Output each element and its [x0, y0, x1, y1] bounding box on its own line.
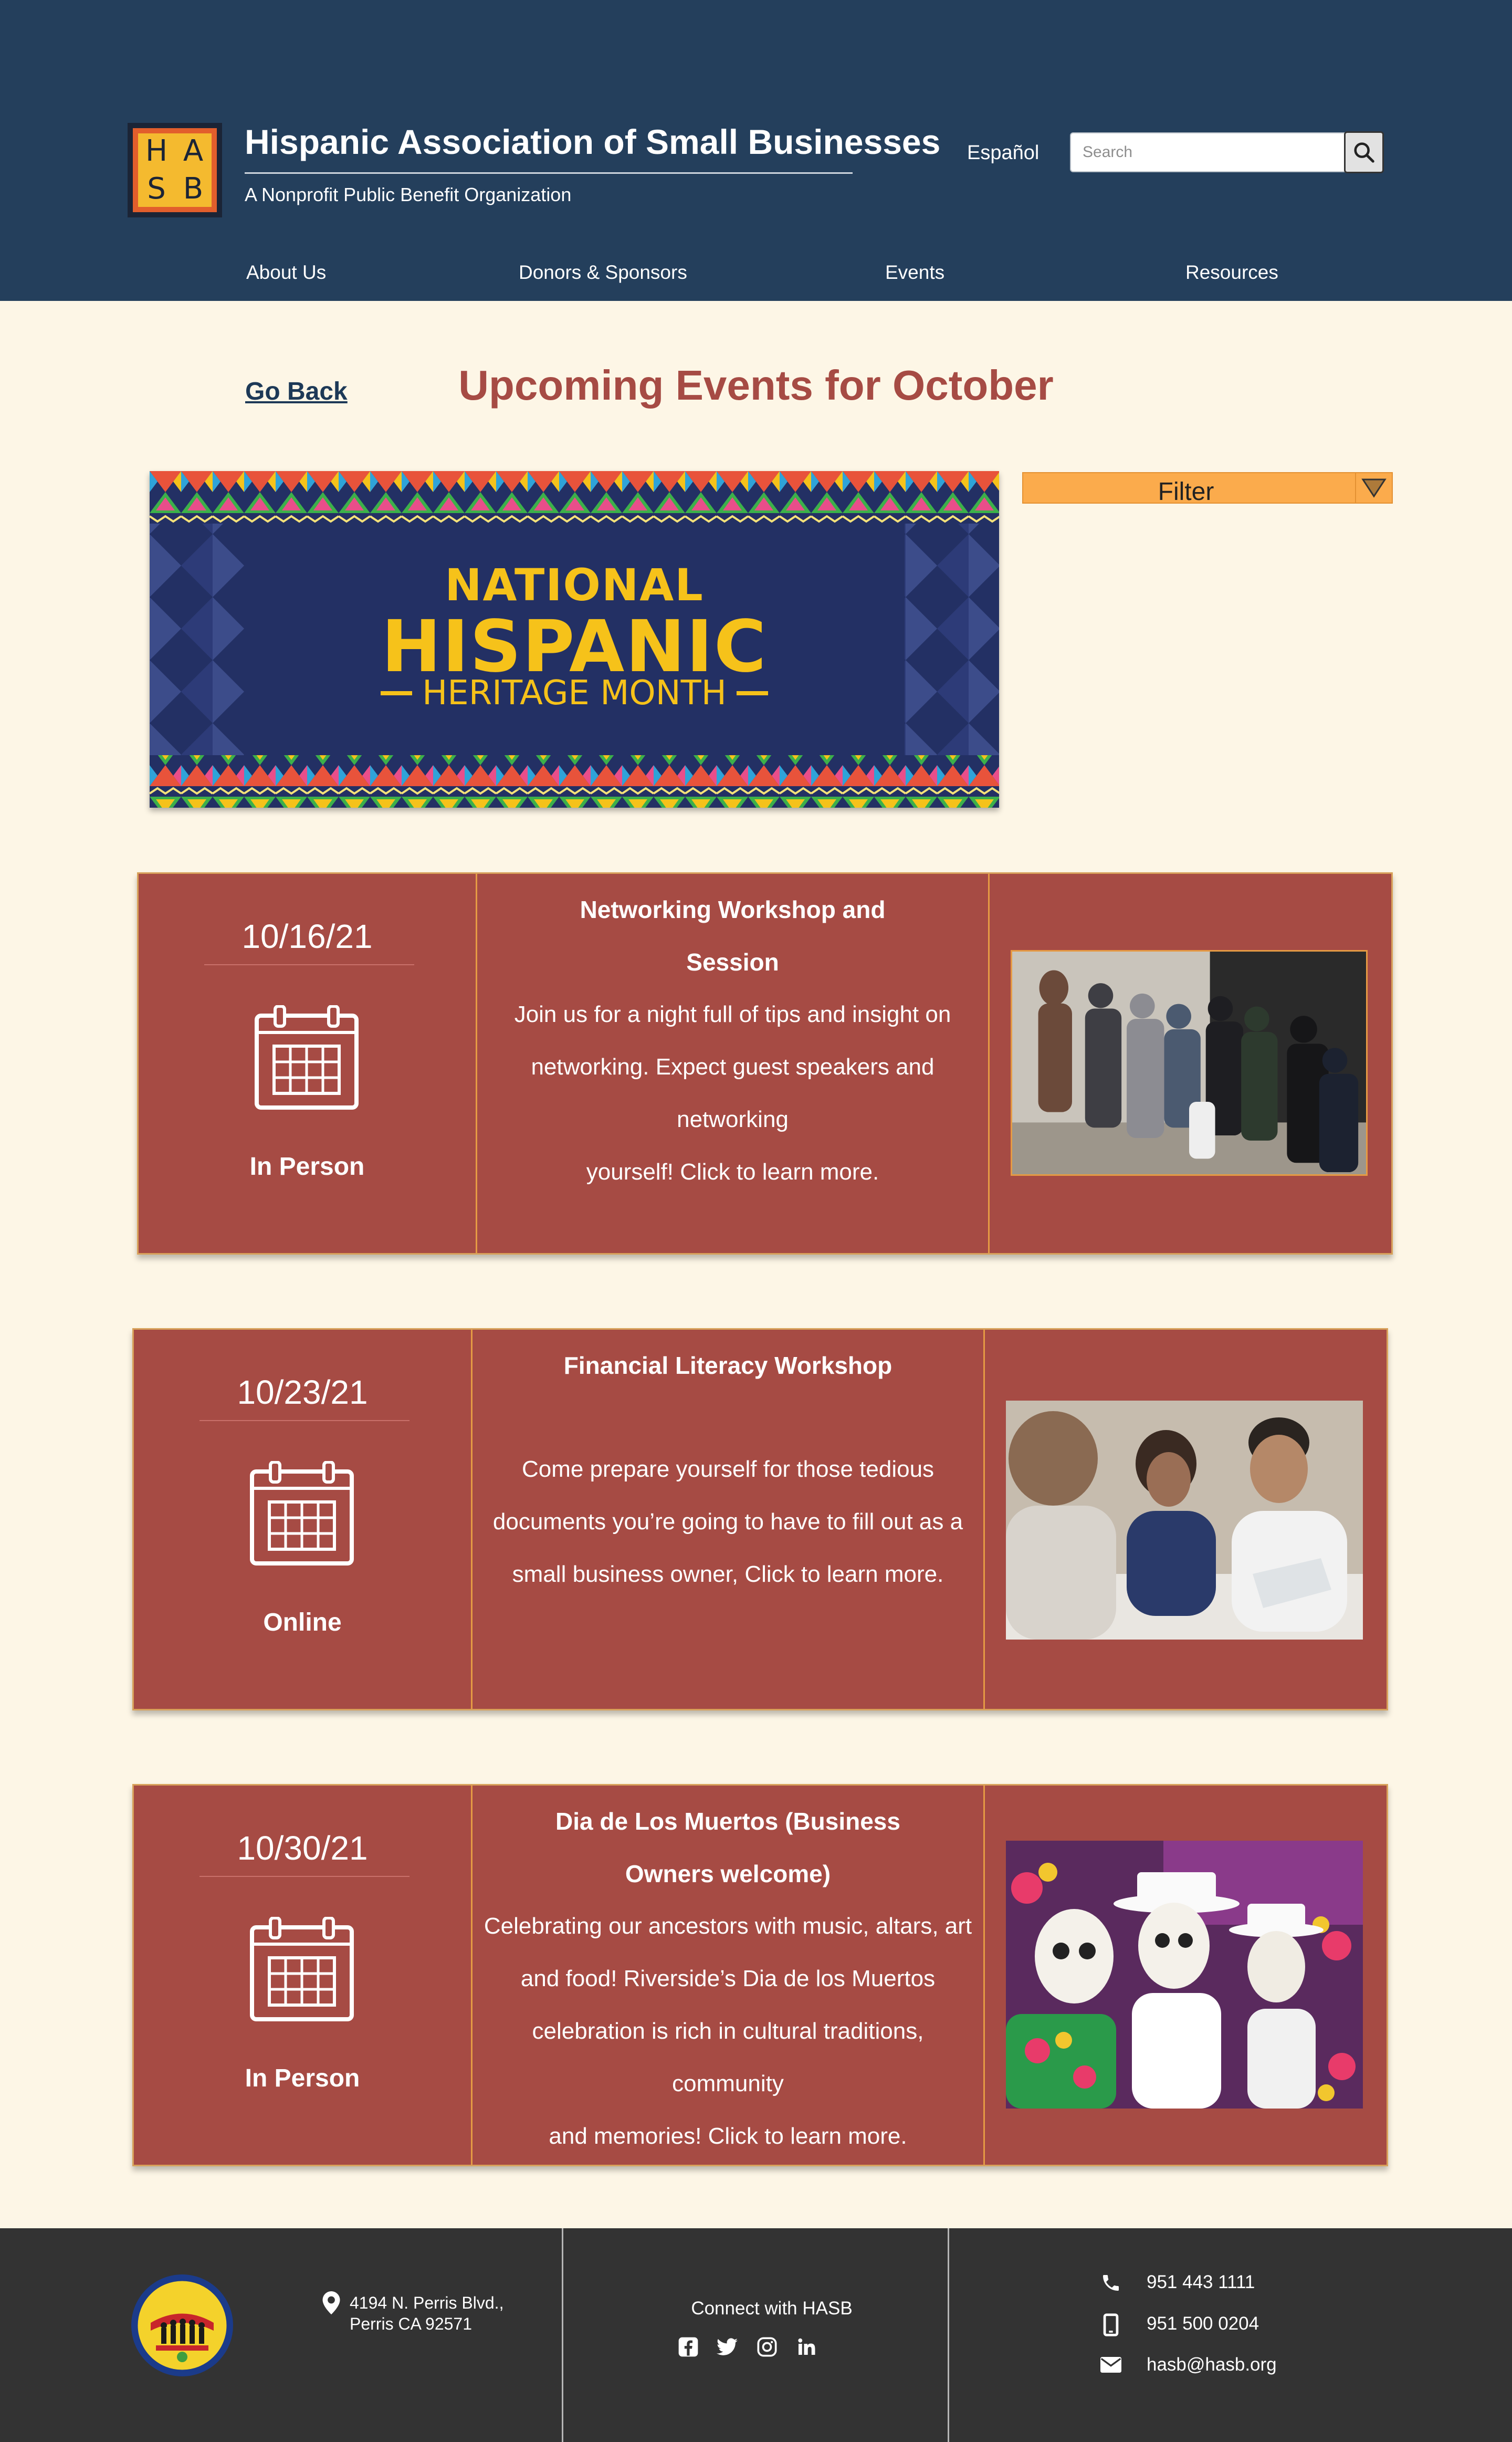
logo-letters: H A S B [133, 128, 217, 212]
footer-divider [562, 2228, 563, 2442]
heritage-month-banner: NATIONAL HISPANIC HERITAGE MONTH [150, 471, 999, 808]
calendar-icon [255, 1005, 359, 1110]
finance-meeting-photo[interactable] [1006, 1401, 1363, 1640]
event-info-column: Financial Literacy Workshop Come prepare… [472, 1330, 985, 1709]
twitter-icon[interactable] [716, 2335, 739, 2358]
event-title[interactable]: Financial Literacy Workshop [483, 1339, 973, 1392]
hasb-logo[interactable]: H A S B [128, 123, 222, 217]
instagram-icon[interactable] [755, 2335, 779, 2358]
footer-email[interactable]: hasb@hasb.org [1147, 2354, 1277, 2375]
event-date: 10/16/21 [242, 917, 373, 955]
nav-resources[interactable]: Resources [1185, 262, 1278, 284]
event-description: Come prepare yourself for those tedious … [478, 1443, 978, 1601]
triangle-down-icon [1361, 478, 1387, 498]
event-card[interactable]: 10/16/21 In Person Networking Workshop a… [137, 872, 1393, 1255]
event-description: Celebrating our ancestors with music, al… [478, 1900, 978, 2163]
event-title-line: Owners welcome) [625, 1860, 831, 1887]
event-description-line: Celebrating our ancestors with music, al… [484, 1913, 972, 1939]
org-subtitle: A Nonprofit Public Benefit Organization [245, 184, 572, 205]
mobile-phone-icon [1098, 2312, 1124, 2337]
event-description-line: yourself! Click to learn more. [586, 1159, 879, 1185]
search-icon [1354, 142, 1374, 163]
event-card[interactable]: 10/23/21 Online Financial Literacy Works… [132, 1328, 1388, 1710]
logo-letter: H [145, 134, 168, 168]
event-info-column: Dia de Los Muertos (Business Owners welc… [472, 1786, 985, 2165]
event-image-column [985, 1786, 1390, 2165]
banner-line-3: HERITAGE MONTH [422, 674, 727, 713]
address-line: Perris CA 92571 [350, 2314, 472, 2333]
filter-dropdown[interactable]: Filter [1022, 472, 1393, 506]
event-description-line: Join us for a night full of tips and ins… [514, 1001, 951, 1027]
footer-phone[interactable]: 951 443 1111 [1147, 2272, 1255, 2293]
hasb-seal-logo[interactable] [130, 2273, 235, 2378]
nav-events[interactable]: Events [885, 262, 944, 284]
connect-label: Connect with HASB [691, 2298, 853, 2319]
networking-crowd-photo[interactable] [1011, 950, 1368, 1176]
event-image-column [990, 874, 1394, 1253]
event-description: Join us for a night full of tips and ins… [482, 988, 983, 1198]
calendar-icon [250, 1461, 354, 1566]
location-pin-icon [322, 2291, 340, 2314]
language-toggle-link[interactable]: Español [967, 142, 1039, 164]
event-mode: In Person [249, 1153, 365, 1181]
event-date: 10/30/21 [237, 1829, 368, 1867]
dia-de-los-muertos-photo[interactable] [1006, 1841, 1363, 2109]
logo-letter: B [183, 172, 204, 206]
event-description-line: Come prepare yourself for those tedious [521, 1456, 934, 1482]
event-title-line: Session [686, 948, 779, 976]
event-description-line: and memories! Click to learn more. [549, 2123, 907, 2149]
event-card[interactable]: 10/30/21 In Person Dia de Los Muertos (B… [132, 1784, 1388, 2166]
date-divider [204, 964, 414, 965]
footer-mobile[interactable]: 951 500 0204 [1147, 2313, 1259, 2334]
nav-donors-sponsors[interactable]: Donors & Sponsors [519, 262, 687, 284]
filter-toggle[interactable] [1355, 473, 1392, 503]
event-date-column: 10/16/21 In Person [139, 874, 477, 1253]
event-mode: In Person [245, 2064, 360, 2092]
date-divider [200, 1876, 410, 1877]
phone-icon [1098, 2270, 1124, 2295]
event-description-line: celebration is rich in cultural traditio… [532, 2018, 924, 2096]
event-info-column: Networking Workshop and Session Join us … [477, 874, 990, 1253]
event-date-column: 10/30/21 In Person [134, 1786, 472, 2165]
event-title-line: Dia de Los Muertos (Business [555, 1808, 900, 1835]
filter-label: Filter [1158, 478, 1214, 506]
footer-address: 4194 N. Perris Blvd., Perris CA 92571 [350, 2292, 503, 2334]
event-description-line: and food! Riverside’s Dia de los Muertos [520, 1966, 936, 1991]
page-title-text: Upcoming Events for October [458, 362, 1054, 409]
facebook-icon[interactable] [677, 2335, 700, 2358]
nav-about-us[interactable]: About Us [246, 262, 326, 284]
footer-divider [948, 2228, 949, 2442]
event-title-line: Networking Workshop and [580, 896, 886, 923]
org-title[interactable]: Hispanic Association of Small Businesses [245, 122, 940, 162]
site-header: H A S B Hispanic Association of Small Bu… [0, 0, 1512, 301]
event-title[interactable]: Dia de Los Muertos (Business Owners welc… [483, 1795, 973, 1900]
event-description-line: documents you’re going to have to fill o… [492, 1509, 963, 1535]
logo-letter: S [147, 172, 166, 206]
banner-line-1: NATIONAL [445, 559, 704, 611]
linkedin-icon[interactable] [795, 2335, 818, 2358]
event-mode: Online [263, 1609, 342, 1636]
date-divider [200, 1420, 410, 1421]
site-footer: 4194 N. Perris Blvd., Perris CA 92571 Co… [0, 2228, 1512, 2442]
logo-letter: A [183, 134, 204, 168]
event-description-line: small business owner, Click to learn mor… [512, 1561, 944, 1587]
title-divider [245, 172, 853, 174]
event-date: 10/23/21 [237, 1373, 368, 1411]
search-button[interactable] [1344, 131, 1384, 173]
event-date-column: 10/23/21 Online [134, 1330, 472, 1709]
event-title[interactable]: Networking Workshop and Session [488, 883, 978, 988]
event-description-line: networking. Expect guest speakers and ne… [531, 1054, 934, 1132]
event-title-line: Financial Literacy Workshop [563, 1352, 892, 1379]
calendar-icon [250, 1917, 354, 2021]
mail-icon [1098, 2352, 1124, 2377]
search-input[interactable] [1070, 132, 1346, 172]
address-line: 4194 N. Perris Blvd., [350, 2293, 504, 2312]
event-image-column [985, 1330, 1390, 1709]
page-title: Upcoming Events for October [0, 361, 1512, 410]
